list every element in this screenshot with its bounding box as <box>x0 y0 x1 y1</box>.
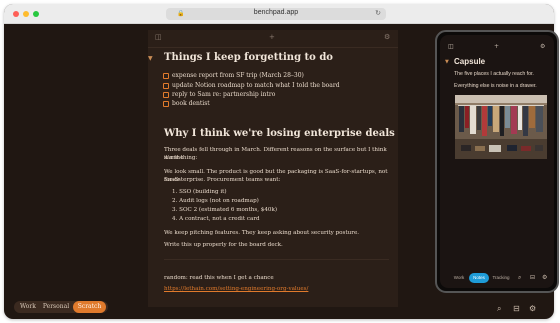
phone-tabs: Work Notes Tracking <box>450 273 512 283</box>
todo-label: expense report from SF trip (March 28–30… <box>172 72 304 79</box>
phone-screen: ◫ + ⚙ ▼ Capsule The five places I actual… <box>440 35 554 288</box>
paragraph-line: same thing: <box>164 155 198 161</box>
url-text: benchpad.app <box>253 9 299 16</box>
close-window-button[interactable] <box>13 11 19 17</box>
paragraph-line: We keep pitching features. They keep ask… <box>164 230 360 236</box>
plus-icon[interactable]: + <box>494 43 499 50</box>
phone-note-line: The five places I actually reach for. <box>454 71 534 77</box>
external-link[interactable]: https://lethain.com/setting-engineering-… <box>164 286 308 292</box>
archive-icon[interactable]: ⊟ <box>530 274 535 281</box>
gear-icon[interactable]: ⚙ <box>542 274 547 281</box>
tab-scratch[interactable]: Scratch <box>73 301 106 313</box>
search-icon[interactable]: ⌕ <box>518 274 521 282</box>
chevron-down-icon[interactable]: ▼ <box>148 55 153 62</box>
todo-label: update Notion roadmap to match what I to… <box>172 82 340 89</box>
archive-icon[interactable]: ⊟ <box>513 304 520 313</box>
divider <box>164 259 389 260</box>
note-editor[interactable]: ◫ + ⚙ ▼ Things I keep forgetting to do e… <box>148 30 398 307</box>
list-item: 2. Audit logs (not on roadmap) <box>172 198 259 204</box>
paragraph-line: for-enterprise. Procurement teams want: <box>164 177 281 183</box>
workspace-tabs: Work Personal Scratch <box>14 301 108 313</box>
todo-checkbox[interactable] <box>163 101 169 107</box>
maximize-window-button[interactable] <box>33 11 39 17</box>
plus-icon[interactable]: + <box>269 33 275 41</box>
todo-label: reply to Sam re: partnership intro <box>172 91 276 98</box>
gear-icon[interactable]: ⚙ <box>384 33 390 41</box>
phone-tab-notes[interactable]: Notes <box>469 273 489 283</box>
address-bar[interactable]: 🔒 benchpad.app ↻ <box>166 8 386 20</box>
list-item: 4. A contract, not a credit card <box>172 216 260 222</box>
gear-icon[interactable]: ⚙ <box>540 43 545 50</box>
gear-icon[interactable]: ⚙ <box>529 304 536 313</box>
closet-photo <box>455 95 547 159</box>
chevron-down-icon[interactable]: ▼ <box>445 59 449 65</box>
title-bar: 🔒 benchpad.app ↻ <box>4 4 554 24</box>
todo-checkbox[interactable] <box>163 83 169 89</box>
section-heading: Why I think we're losing enterprise deal… <box>164 128 395 139</box>
search-icon[interactable]: ⌕ <box>497 304 501 314</box>
phone-tab-work[interactable]: Work <box>450 273 468 283</box>
list-item: 3. SOC 2 (estimated 6 months, $40k) <box>172 207 278 213</box>
todo-checkbox[interactable] <box>163 73 169 79</box>
phone-note-line: Everything else is noise in a drawer. <box>454 83 537 89</box>
section-heading: Things I keep forgetting to do <box>164 52 333 63</box>
list-item: 1. SSO (building it) <box>172 189 227 195</box>
phone-preview: ◫ + ⚙ ▼ Capsule The five places I actual… <box>435 30 559 293</box>
todo-checkbox[interactable] <box>163 92 169 98</box>
phone-note-title: Capsule <box>454 57 486 66</box>
todo-label: book dentist <box>172 100 210 107</box>
random-note: random: read this when I get a chance <box>164 275 274 281</box>
tab-work[interactable]: Work <box>17 301 39 313</box>
editor-toolbar: ◫ + ⚙ <box>148 30 398 48</box>
sidebar-icon[interactable]: ◫ <box>448 43 454 50</box>
paragraph-line: Write this up properly for the board dec… <box>164 242 283 248</box>
phone-tab-tracking[interactable]: Tracking <box>490 273 512 283</box>
sidebar-icon[interactable]: ◫ <box>155 33 162 41</box>
tab-personal[interactable]: Personal <box>41 301 71 313</box>
reload-icon[interactable]: ↻ <box>375 9 381 17</box>
minimize-window-button[interactable] <box>23 11 29 17</box>
